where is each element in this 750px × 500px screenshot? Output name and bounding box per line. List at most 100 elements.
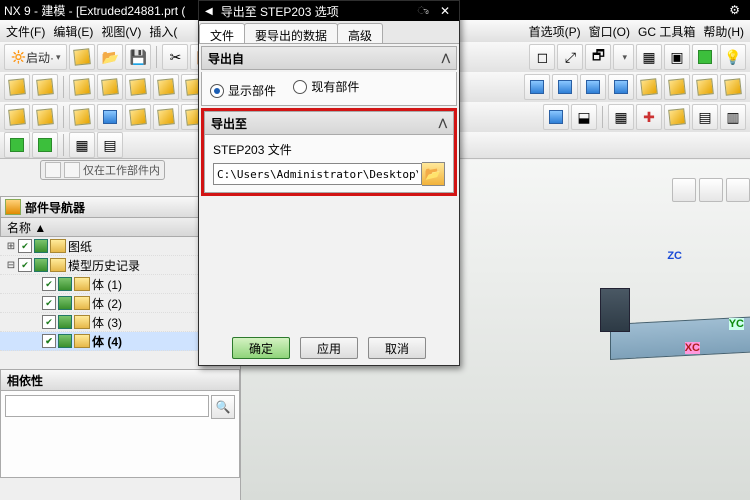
tb1-save-icon[interactable]: 💾 (125, 44, 151, 70)
tb1-r7[interactable]: 💡 (720, 44, 746, 70)
tb3-r5[interactable]: ▤ (692, 104, 718, 130)
dialog-title: 导出至 STEP203 选项 (221, 3, 339, 20)
menu-file[interactable]: 文件(F) (2, 23, 49, 40)
tb1-r1[interactable]: ◻ (529, 44, 555, 70)
tree-item-label: 模型历史记录 (68, 257, 140, 274)
tb4-b3[interactable]: ▤ (97, 132, 123, 158)
model-preview (570, 300, 750, 360)
tb3-r6[interactable]: ▥ (720, 104, 746, 130)
tb1-cut-icon[interactable]: ✂ (162, 44, 188, 70)
tb3-b2[interactable] (32, 104, 58, 130)
tb1-r5[interactable]: ▣ (664, 44, 690, 70)
back-icon[interactable]: ◀ (205, 6, 213, 17)
checkbox-icon[interactable]: ✔ (18, 258, 32, 272)
export-to-header[interactable]: 导出至 ⋀ (204, 111, 454, 135)
checkbox-icon[interactable]: ✔ (42, 334, 56, 348)
menu-edit[interactable]: 编辑(E) (49, 23, 97, 40)
checkbox-icon[interactable]: ✔ (42, 296, 56, 310)
vt-r[interactable] (672, 178, 696, 202)
tb3-r3[interactable]: ✚ (636, 104, 662, 130)
search-icon[interactable]: 🔍 (211, 395, 235, 419)
tb2-r3[interactable] (580, 74, 606, 100)
expand-icon[interactable]: ⊟ (6, 260, 16, 271)
badge-ic1 (45, 162, 61, 178)
tb2-r2[interactable] (552, 74, 578, 100)
axis-z-label: ZC (667, 250, 682, 262)
tb3-grid-icon[interactable]: ▦ (608, 104, 634, 130)
body-icon (74, 315, 90, 329)
tb2-r6[interactable] (664, 74, 690, 100)
tb1-r6[interactable] (692, 44, 718, 70)
vt-r[interactable] (726, 178, 750, 202)
vt-r[interactable] (699, 178, 723, 202)
tb1-pct[interactable] (613, 44, 634, 70)
tab-data[interactable]: 要导出的数据 (244, 23, 338, 43)
tb4-table-icon[interactable]: ▦ (69, 132, 95, 158)
tb3-r2[interactable]: ⬓ (571, 104, 597, 130)
gear-icon[interactable]: ⚙ (729, 3, 740, 17)
selection-scope-badge[interactable]: 仅在工作部件内 (40, 160, 165, 180)
close-icon[interactable]: ✕ (437, 4, 453, 18)
tb3-r4[interactable] (664, 104, 690, 130)
tb4-b2[interactable] (32, 132, 58, 158)
axis-y-label: YC (729, 318, 744, 330)
dependency-filter-input[interactable] (5, 395, 209, 417)
checkbox-icon[interactable]: ✔ (18, 239, 32, 253)
tb1-r4[interactable]: ▦ (636, 44, 662, 70)
export-path-input[interactable] (213, 163, 422, 185)
dialog-titlebar[interactable]: ◀ 导出至 STEP203 选项 ಾ ✕ (199, 1, 459, 21)
browse-folder-icon[interactable]: 📂 (422, 162, 445, 186)
collapse-icon[interactable]: ⋀ (439, 118, 447, 129)
expand-icon[interactable]: ⊞ (6, 241, 16, 252)
tb4-b1[interactable] (4, 132, 30, 158)
tb2-r4[interactable] (608, 74, 634, 100)
tb3-b6[interactable] (153, 104, 179, 130)
tb2-b1[interactable] (4, 74, 30, 100)
cancel-button[interactable]: 取消 (368, 337, 426, 359)
checkbox-icon[interactable]: ✔ (42, 277, 56, 291)
tb2-b6[interactable] (153, 74, 179, 100)
radio-existing-part[interactable]: 现有部件 (293, 78, 359, 95)
tb3-b4[interactable] (97, 104, 123, 130)
dependency-header[interactable]: 相依性 (0, 369, 240, 391)
tb2-b5[interactable] (125, 74, 151, 100)
dependency-body: 🔍 (0, 391, 240, 478)
tab-advanced[interactable]: 高级 (337, 23, 383, 43)
tb1-open-icon[interactable]: 📂 (97, 44, 123, 70)
tb3-b5[interactable] (125, 104, 151, 130)
tb2-b3[interactable] (69, 74, 95, 100)
tb2-r7[interactable] (692, 74, 718, 100)
menu-gctool[interactable]: GC 工具箱 (634, 23, 699, 40)
collapse-icon[interactable]: ⋀ (442, 53, 450, 64)
dialog-tabs: 文件 要导出的数据 高级 (199, 21, 459, 44)
radio-display-part[interactable]: 显示部件 (210, 82, 276, 99)
tb1-r3[interactable]: 🗗 (585, 44, 611, 70)
dialog-menu-icon[interactable]: ಾ (418, 6, 429, 17)
tb2-r5[interactable] (636, 74, 662, 100)
tb2-b2[interactable] (32, 74, 58, 100)
tb3-b1[interactable] (4, 104, 30, 130)
tb1-btn[interactable] (69, 44, 95, 70)
tb1-r2[interactable]: ⤢ (557, 44, 583, 70)
menu-help[interactable]: 帮助(H) (699, 23, 748, 40)
dialog-buttons: 确定 应用 取消 (199, 337, 459, 359)
tree-item-label: 体 (1) (92, 276, 122, 293)
tb2-r8[interactable] (720, 74, 746, 100)
tab-file[interactable]: 文件 (199, 23, 245, 43)
export-to-body: STEP203 文件 📂 (204, 135, 454, 193)
apply-button[interactable]: 应用 (300, 337, 358, 359)
tb2-b4[interactable] (97, 74, 123, 100)
menu-view[interactable]: 视图(V) (97, 23, 145, 40)
tb2-r1[interactable] (524, 74, 550, 100)
radio-on-icon (210, 84, 224, 98)
badge-ic2 (64, 162, 80, 178)
tb3-b3[interactable] (69, 104, 95, 130)
menu-window[interactable]: 窗口(O) (585, 23, 634, 40)
menu-pref[interactable]: 首选项(P) (525, 23, 585, 40)
tb3-r1[interactable] (543, 104, 569, 130)
export-from-header[interactable]: 导出自 ⋀ (201, 46, 457, 70)
menu-insert[interactable]: 插入( (145, 23, 181, 40)
checkbox-icon[interactable]: ✔ (42, 315, 56, 329)
ok-button[interactable]: 确定 (232, 337, 290, 359)
launch-button[interactable]: 🔆 启动· (4, 44, 67, 70)
